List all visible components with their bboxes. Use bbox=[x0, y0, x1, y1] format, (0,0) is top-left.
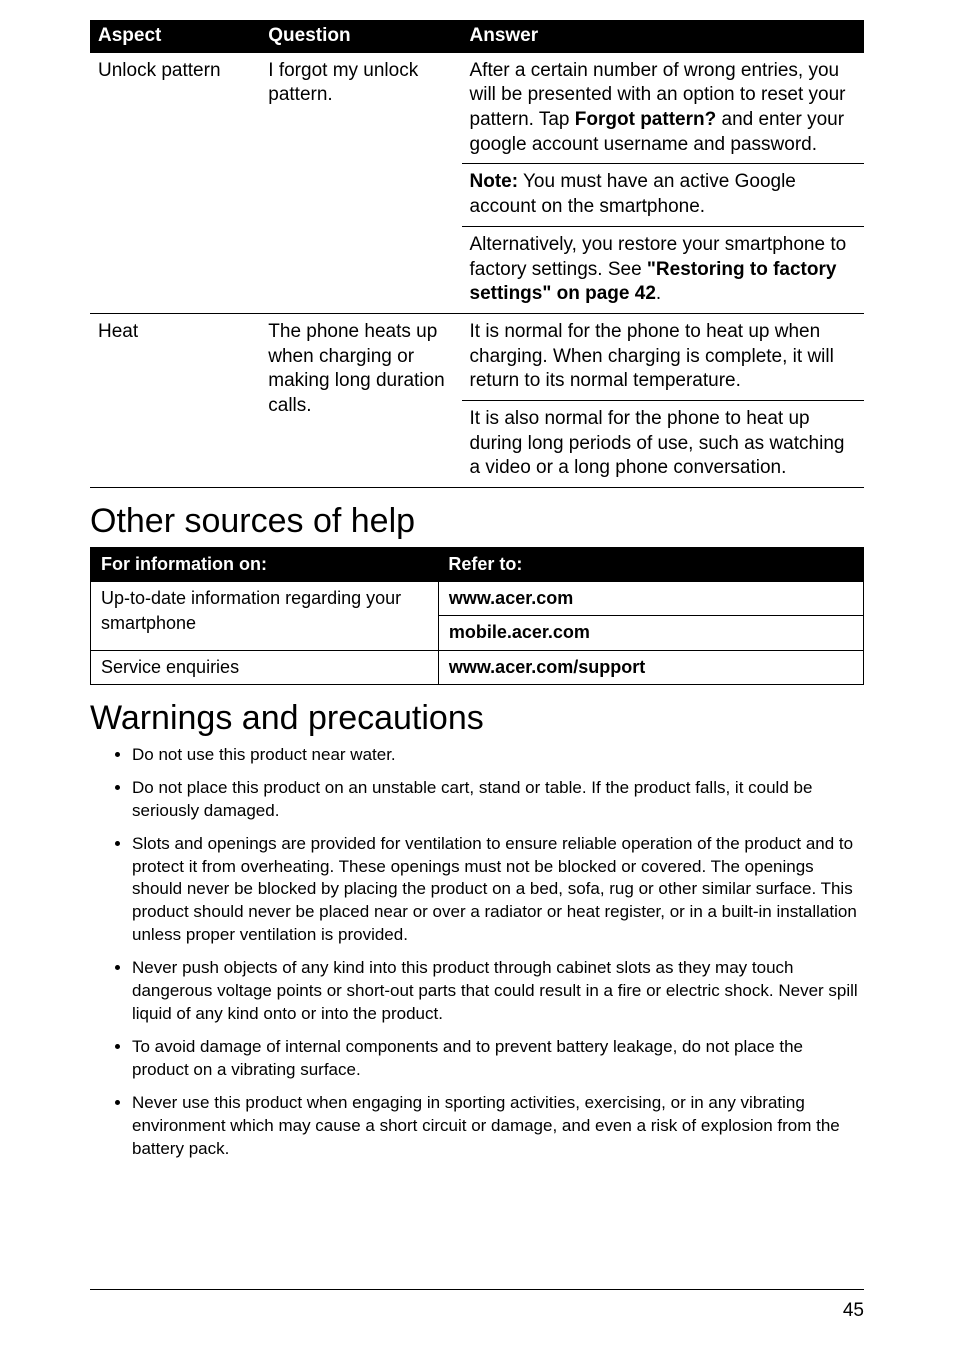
list-item: Slots and openings are provided for vent… bbox=[132, 833, 864, 948]
sources-header-left: For information on: bbox=[91, 548, 439, 582]
list-item: Never push objects of any kind into this… bbox=[132, 957, 864, 1026]
table-row: Heat The phone heats up when charging or… bbox=[90, 313, 864, 400]
cell-answer: It is normal for the phone to heat up wh… bbox=[462, 313, 865, 400]
cell-answer: Note: You must have an active Google acc… bbox=[462, 164, 865, 226]
bold-text: Note: bbox=[470, 171, 519, 192]
table-row: Service enquiries www.acer.com/support bbox=[91, 650, 864, 684]
faq-header-answer: Answer bbox=[462, 20, 865, 53]
list-item: To avoid damage of internal components a… bbox=[132, 1036, 864, 1082]
warnings-list: Do not use this product near water. Do n… bbox=[90, 744, 864, 1161]
sources-header-row: For information on: Refer to: bbox=[91, 548, 864, 582]
cell-aspect: Unlock pattern bbox=[90, 53, 260, 314]
cell-question: The phone heats up when charging or maki… bbox=[260, 313, 461, 487]
answer-text: You must have an active Google account o… bbox=[470, 171, 796, 217]
page: Aspect Question Answer Unlock pattern I … bbox=[0, 0, 954, 1352]
cell-url: www.acer.com bbox=[438, 582, 863, 616]
list-item: Do not use this product near water. bbox=[132, 744, 864, 767]
sources-header-right: Refer to: bbox=[438, 548, 863, 582]
list-item: Do not place this product on an unstable… bbox=[132, 777, 864, 823]
cell-info: Service enquiries bbox=[91, 650, 439, 684]
faq-header-question: Question bbox=[260, 20, 461, 53]
faq-header-aspect: Aspect bbox=[90, 20, 260, 53]
heading-warnings: Warnings and precautions bbox=[90, 699, 864, 738]
cell-url: mobile.acer.com bbox=[438, 616, 863, 650]
faq-table: Aspect Question Answer Unlock pattern I … bbox=[90, 20, 864, 488]
list-item: Never use this product when engaging in … bbox=[132, 1092, 864, 1161]
sources-table: For information on: Refer to: Up-to-date… bbox=[90, 547, 864, 685]
cell-question: I forgot my unlock pattern. bbox=[260, 53, 461, 314]
footer-rule bbox=[90, 1289, 864, 1290]
cell-answer: After a certain number of wrong entries,… bbox=[462, 53, 865, 164]
cell-url: www.acer.com/support bbox=[438, 650, 863, 684]
answer-text: . bbox=[656, 283, 661, 304]
cell-aspect: Heat bbox=[90, 313, 260, 487]
table-row: Unlock pattern I forgot my unlock patter… bbox=[90, 53, 864, 164]
cell-answer: Alternatively, you restore your smartpho… bbox=[462, 226, 865, 313]
bold-text: Forgot pattern? bbox=[575, 109, 716, 130]
heading-other-sources: Other sources of help bbox=[90, 502, 864, 541]
faq-header-row: Aspect Question Answer bbox=[90, 20, 864, 53]
cell-answer: It is also normal for the phone to heat … bbox=[462, 400, 865, 487]
table-row: Up-to-date information regarding your sm… bbox=[91, 582, 864, 616]
cell-info: Up-to-date information regarding your sm… bbox=[91, 582, 439, 650]
page-number: 45 bbox=[843, 1300, 864, 1322]
